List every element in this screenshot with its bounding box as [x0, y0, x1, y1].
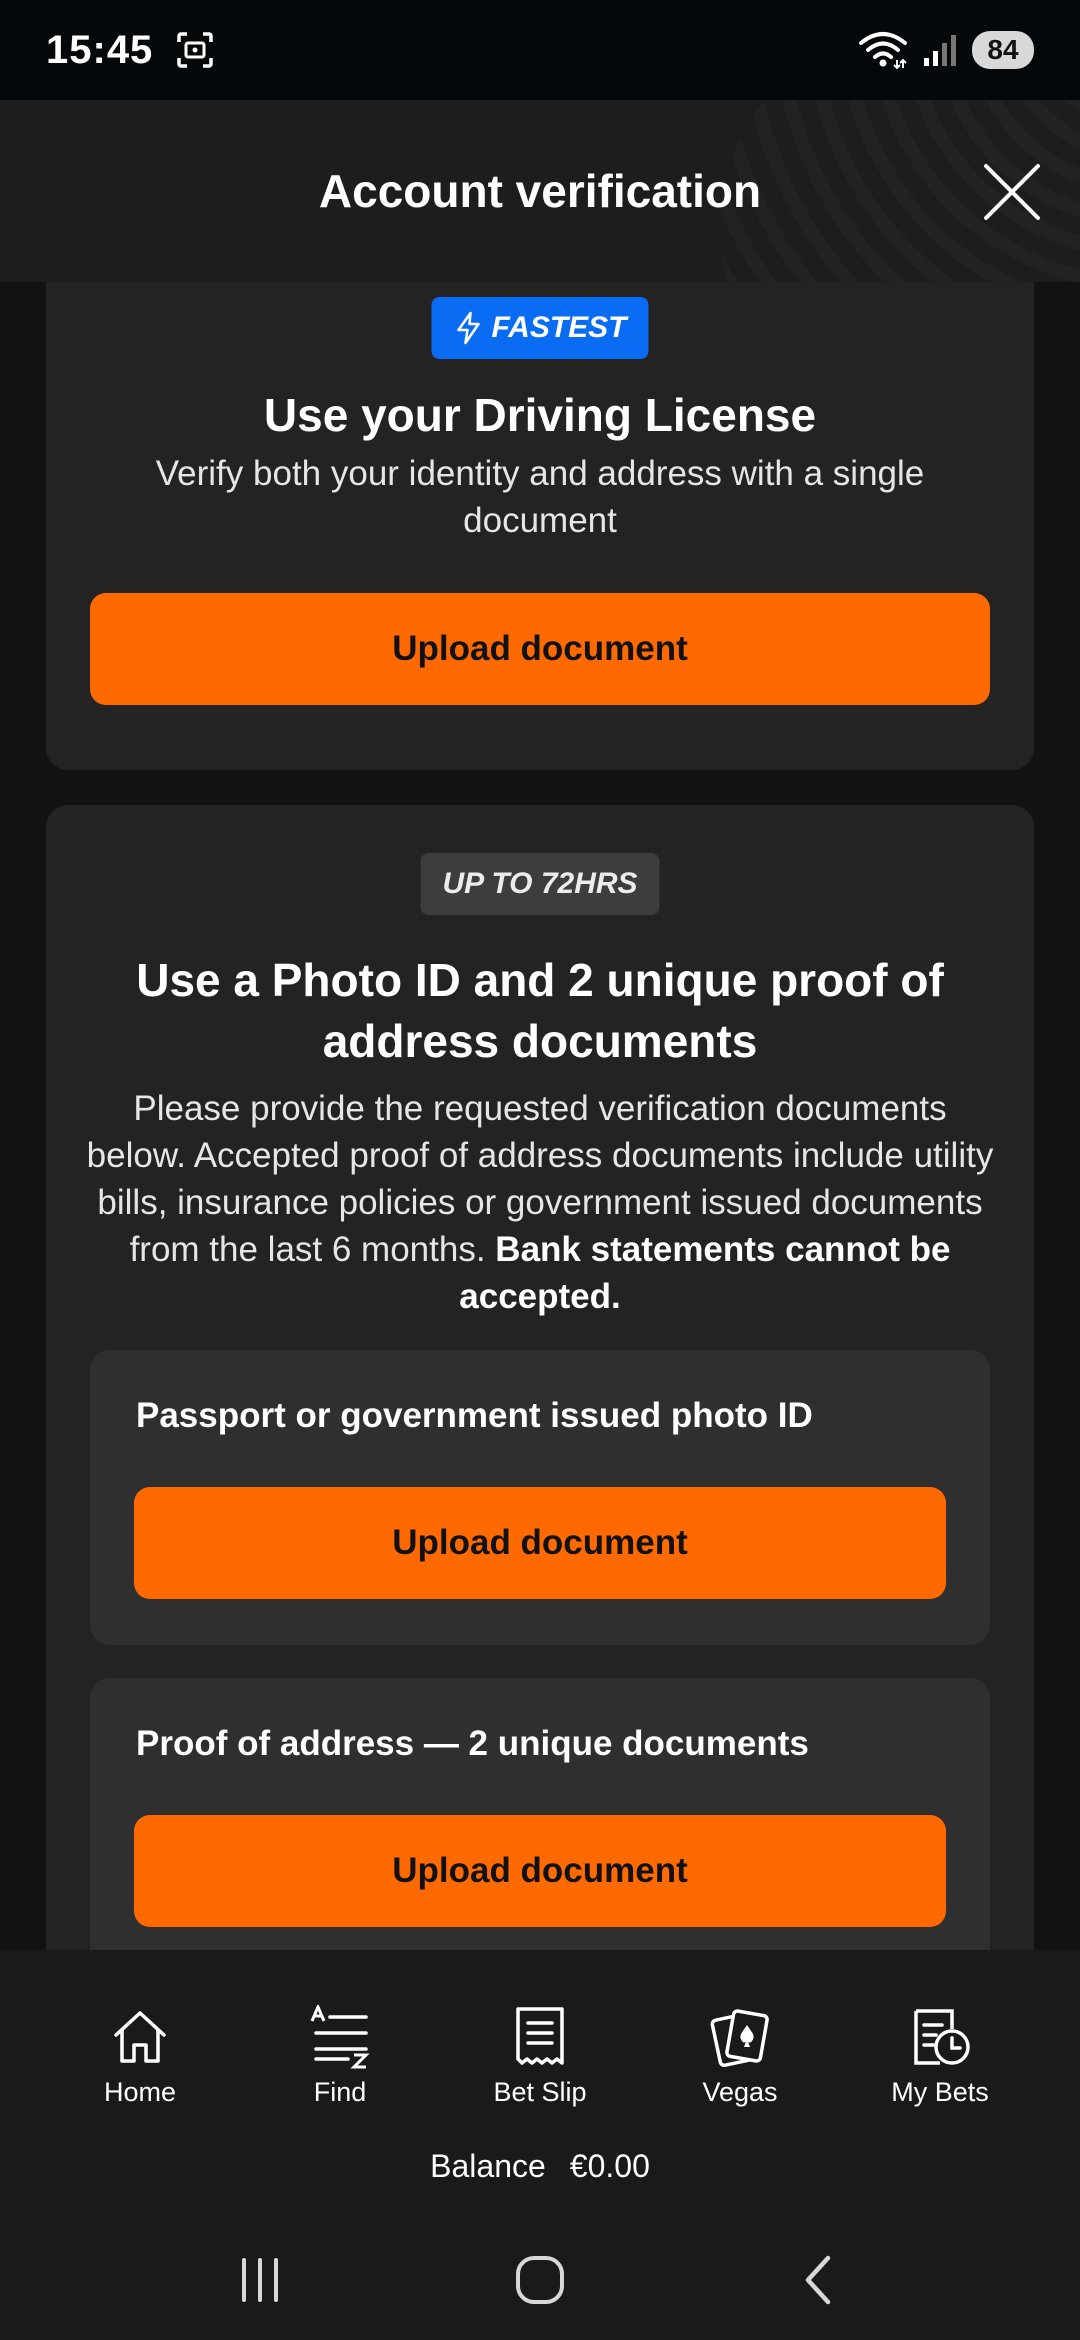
photo-id-card: UP TO 72HRS Use a Photo ID and 2 unique … [46, 805, 1034, 1950]
system-nav-bar [0, 2220, 1080, 2340]
nav-item-home[interactable]: Home [40, 2005, 240, 2125]
driving-license-description: Verify both your identity and address wi… [155, 454, 925, 540]
receipt-icon [516, 2007, 564, 2065]
proof-of-address-section-title: Proof of address — 2 unique documents [136, 1724, 809, 1763]
proof-of-address-upload-section: Proof of address — 2 unique documents Up… [90, 1678, 990, 1950]
upload-proof-of-address-button[interactable]: Upload document [134, 1815, 946, 1927]
content-scroll-area[interactable]: FASTEST Use your Driving License Verify … [0, 282, 1080, 1950]
driving-license-card: FASTEST Use your Driving License Verify … [46, 282, 1034, 770]
nav-item-vegas[interactable]: Vegas [640, 2005, 840, 2125]
screenshot-icon [177, 32, 214, 68]
bank-statements-warning: Bank statements cannot be accepted. [459, 1230, 951, 1316]
fastest-badge: FASTEST [431, 297, 649, 359]
header: Account verification [0, 100, 1080, 282]
photo-id-title-line1: Use a Photo ID and 2 unique proof of [136, 954, 944, 1006]
status-time: 15:45 [46, 27, 154, 72]
photo-id-upload-section: Passport or government issued photo ID U… [90, 1350, 990, 1645]
balance-value: €0.00 [569, 2148, 650, 2184]
status-left: 15:45 [46, 28, 215, 73]
photo-id-title: Use a Photo ID and 2 unique proof of add… [46, 950, 1034, 1072]
upload-photo-id-button[interactable]: Upload document [134, 1487, 946, 1599]
status-bar: 15:45 84 [0, 0, 1080, 100]
photo-id-description: Please provide the requested verificatio… [86, 1085, 994, 1320]
page-title: Account verification [318, 165, 762, 217]
nav-item-find[interactable]: Find [240, 2005, 440, 2125]
photo-id-title-line2: address documents [322, 1015, 758, 1067]
status-right: 84 [858, 30, 1034, 70]
nav-item-bet-slip[interactable]: Bet Slip [440, 2005, 640, 2125]
up-to-72hrs-badge: UP TO 72HRS [420, 853, 660, 915]
sort-az-icon [310, 2005, 370, 2069]
lightning-icon [457, 311, 480, 345]
nav-label-vegas: Vegas [702, 2077, 778, 2107]
upload-driving-license-button[interactable]: Upload document [90, 593, 990, 705]
bottom-nav-items: Home Find Bet Slip Vegas My Bets [0, 2005, 1080, 2125]
close-icon [984, 164, 1040, 220]
home-circle-icon[interactable] [510, 2250, 570, 2310]
cards-icon [710, 2009, 769, 2068]
screen: 15:45 84 Account verification FASTEST Us… [0, 0, 1080, 2340]
fastest-badge-label: FASTEST [491, 311, 627, 344]
battery-indicator: 84 [972, 31, 1034, 69]
driving-license-title: Use your Driving License [263, 389, 817, 441]
bets-history-icon [914, 2009, 970, 2065]
home-icon [114, 2011, 166, 2063]
nav-label-bet-slip: Bet Slip [493, 2077, 587, 2107]
close-button[interactable] [980, 160, 1044, 224]
nav-item-my-bets[interactable]: My Bets [840, 2005, 1040, 2125]
back-icon[interactable] [790, 2250, 850, 2310]
wifi-icon [859, 32, 907, 70]
nav-label-home: Home [103, 2077, 177, 2107]
balance-label: Balance [430, 2148, 546, 2184]
photo-id-section-title: Passport or government issued photo ID [136, 1396, 813, 1435]
nav-label-find: Find [313, 2077, 367, 2107]
recent-apps-icon[interactable] [230, 2250, 290, 2310]
signal-icon [924, 35, 956, 66]
nav-label-my-bets: My Bets [891, 2077, 989, 2107]
balance: Balance €0.00 [0, 2148, 1080, 2185]
